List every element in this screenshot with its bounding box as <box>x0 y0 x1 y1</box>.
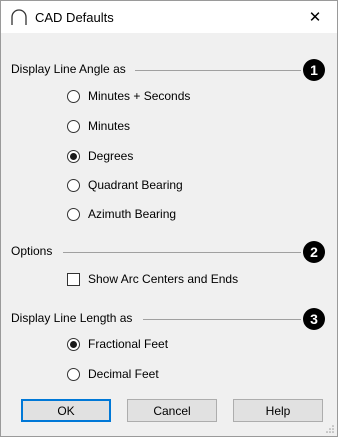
radio-minutes-seconds[interactable]: Minutes + Seconds <box>67 89 190 103</box>
radio-button[interactable] <box>67 207 80 221</box>
radio-button[interactable] <box>67 178 80 192</box>
radio-azimuth-bearing[interactable]: Azimuth Bearing <box>67 207 176 221</box>
radio-label: Quadrant Bearing <box>88 178 183 192</box>
cancel-button[interactable]: Cancel <box>127 399 217 422</box>
radio-button[interactable] <box>67 149 80 163</box>
display-line-angle-label: Display Line Angle as <box>11 62 126 76</box>
radio-label: Decimal Feet <box>88 367 159 381</box>
radio-label: Minutes + Seconds <box>88 89 191 103</box>
radio-label: Fractional Feet <box>88 337 169 351</box>
radio-minutes[interactable]: Minutes <box>67 119 130 133</box>
radio-decimal-feet[interactable]: Decimal Feet <box>67 367 159 381</box>
close-icon: ✕ <box>308 9 322 26</box>
close-button[interactable]: ✕ <box>293 1 337 33</box>
checkbox-show-arc-centers[interactable]: Show Arc Centers and Ends <box>67 272 238 286</box>
radio-button[interactable] <box>67 367 80 381</box>
title-bar: CAD Defaults ✕ <box>1 1 337 33</box>
radio-button[interactable] <box>67 337 80 351</box>
callout-badge-3: 3 <box>303 308 325 330</box>
radio-label: Azimuth Bearing <box>88 207 177 221</box>
resize-grip-icon[interactable] <box>325 424 335 434</box>
radio-degrees[interactable]: Degrees <box>67 149 133 163</box>
arc-icon <box>11 9 27 25</box>
group-divider <box>63 252 301 253</box>
callout-badge-1: 1 <box>303 59 325 81</box>
group-divider <box>143 319 301 320</box>
radio-button[interactable] <box>67 119 80 133</box>
options-label: Options <box>11 244 53 258</box>
radio-label: Minutes <box>88 119 131 133</box>
radio-label: Degrees <box>88 149 134 163</box>
radio-fractional-feet[interactable]: Fractional Feet <box>67 337 168 351</box>
window-title: CAD Defaults <box>35 10 114 25</box>
checkbox-label: Show Arc Centers and Ends <box>88 272 239 286</box>
ok-button[interactable]: OK <box>21 399 111 422</box>
group-divider <box>135 70 301 71</box>
cad-defaults-dialog: CAD Defaults ✕ Display Line Angle as 1 M… <box>0 0 338 437</box>
callout-badge-2: 2 <box>303 241 325 263</box>
checkbox-box[interactable] <box>67 272 80 286</box>
help-button[interactable]: Help <box>233 399 323 422</box>
display-line-length-label: Display Line Length as <box>11 311 133 325</box>
radio-quadrant-bearing[interactable]: Quadrant Bearing <box>67 178 183 192</box>
radio-button[interactable] <box>67 89 80 103</box>
